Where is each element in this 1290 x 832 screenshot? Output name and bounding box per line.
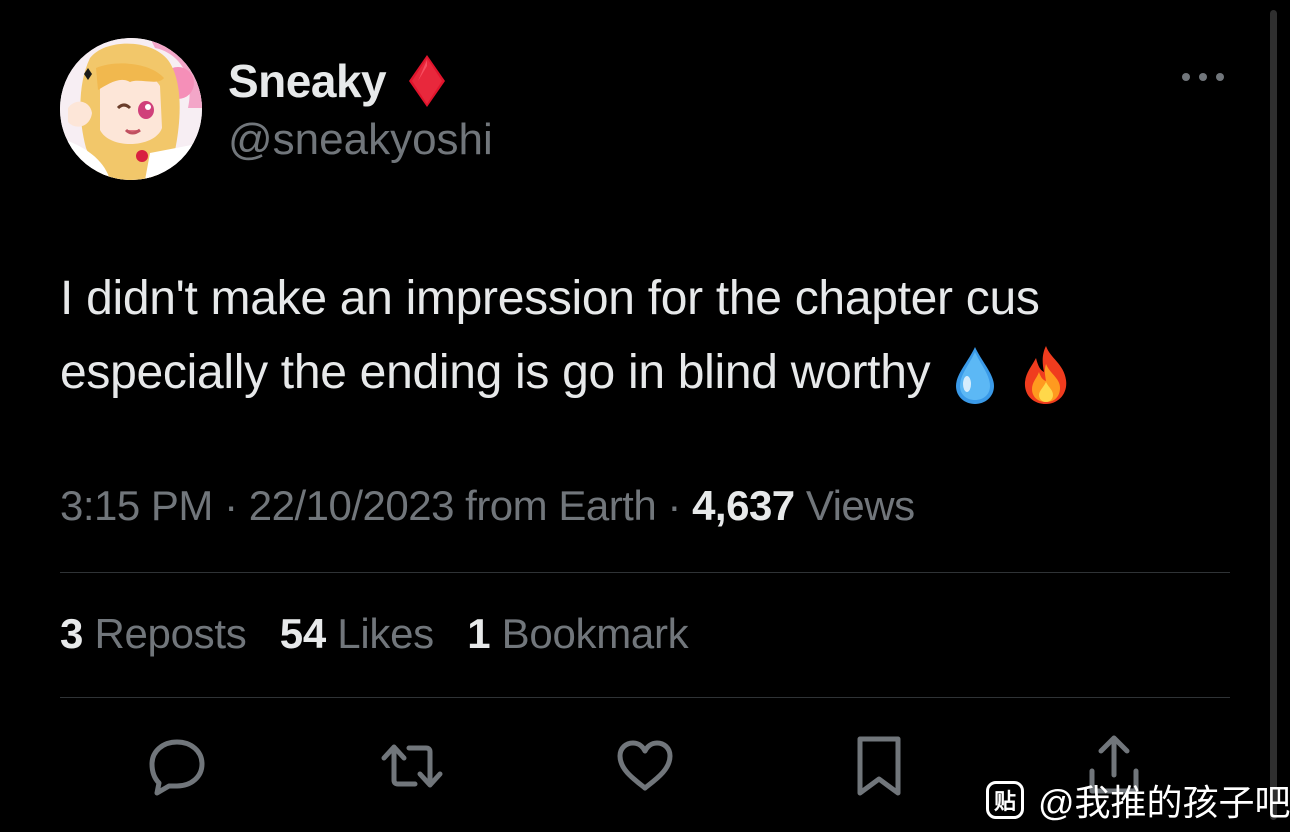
more-options-button[interactable]: [1178, 62, 1228, 92]
reposts-label: Reposts: [94, 610, 247, 657]
bookmark-button[interactable]: [847, 734, 911, 798]
tweet-source: from Earth: [465, 482, 657, 529]
avatar[interactable]: [60, 38, 202, 180]
repost-arrows-icon: [381, 744, 443, 788]
fire-emoji: [1025, 346, 1067, 405]
tweet-text: I didn't make an impression for the chap…: [60, 262, 1230, 410]
likes-label: Likes: [337, 610, 434, 657]
meta-separator: ·: [667, 482, 681, 529]
tweet-text-line-1: I didn't make an impression for the chap…: [60, 272, 1040, 325]
droplet-emoji: [956, 347, 995, 405]
display-name[interactable]: Sneaky: [228, 54, 446, 108]
engagement-stats: 3 Reposts 54 Likes 1 Bookmark: [60, 610, 710, 658]
tweet-time[interactable]: 3:15 PM: [60, 482, 213, 529]
divider: [60, 697, 1230, 698]
like-button[interactable]: [613, 734, 677, 798]
reposts-count: 3: [60, 610, 84, 657]
avatar-anime-girl-image: [60, 38, 202, 180]
meta-separator: ·: [224, 482, 238, 529]
reposts-stat[interactable]: 3 Reposts: [60, 610, 247, 657]
user-handle[interactable]: @sneakyoshi: [228, 115, 493, 165]
display-name-text: Sneaky: [228, 55, 387, 107]
tweet-metadata: 3:15 PM · 22/10/2023 from Earth · 4,637 …: [60, 482, 915, 530]
bookmarks-count: 1: [467, 610, 491, 657]
tieba-logo-icon: 贴: [986, 781, 1024, 819]
tweet-text-line-2: especially the ending is go in blind wor…: [60, 336, 1230, 410]
likes-stat[interactable]: 54 Likes: [280, 610, 434, 657]
bookmark-icon: [857, 736, 901, 796]
reply-button[interactable]: [145, 734, 209, 798]
more-dots-icon: [1182, 73, 1224, 81]
tweet-text-line-2-text: especially the ending is go in blind wor…: [60, 346, 931, 399]
views-label: Views: [805, 482, 915, 529]
repost-button[interactable]: [380, 734, 444, 798]
watermark-text: @我推的孩子吧: [1038, 782, 1290, 823]
tweet-date[interactable]: 22/10/2023: [249, 482, 455, 529]
heart-icon: [617, 740, 673, 791]
speech-bubble-icon: [149, 739, 205, 796]
red-diamond-icon: [409, 55, 446, 107]
tweet-screenshot: Sneaky @sneakyoshi I didn't make an impr…: [0, 0, 1290, 832]
watermark: 贴 @我推的孩子吧: [986, 774, 1290, 826]
divider: [60, 572, 1230, 573]
bookmarks-label: Bookmark: [501, 610, 689, 657]
bookmarks-stat[interactable]: 1 Bookmark: [467, 610, 688, 657]
likes-count: 54: [279, 610, 326, 657]
scrollbar[interactable]: [1270, 10, 1277, 820]
views-count: 4,637: [692, 482, 795, 529]
